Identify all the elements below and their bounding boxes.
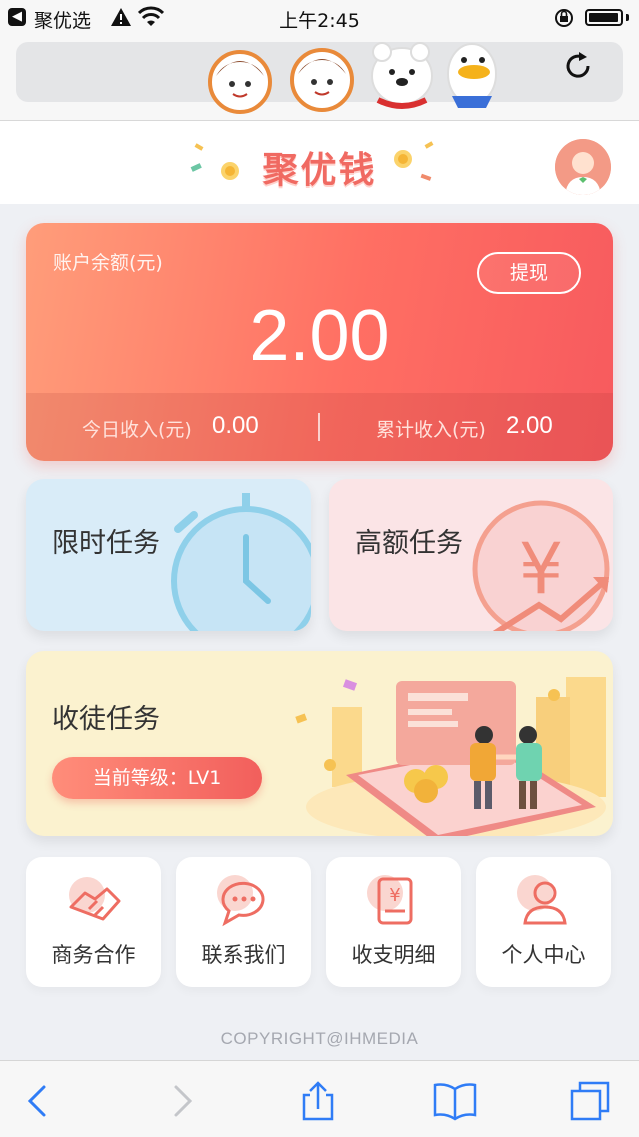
quick-link-profile[interactable]: 个人中心 [476, 857, 611, 987]
clock: 上午2:45 [279, 10, 360, 32]
quick-link-label: 商务合作 [51, 943, 136, 967]
quick-link-label: 个人中心 [501, 943, 586, 967]
total-income-label: 累计收入(元) [376, 419, 486, 441]
forward-icon[interactable] [160, 1079, 204, 1123]
yen-document-icon: ¥ [367, 875, 413, 925]
app-header: 聚优钱 [0, 121, 639, 204]
quick-link-contact[interactable]: 联系我们 [176, 857, 311, 987]
high-reward-task-title: 高额任务 [355, 528, 463, 559]
copyright: COPYRIGHT@IHMEDIA [220, 1029, 419, 1048]
today-income-value: 0.00 [212, 412, 259, 439]
high-reward-task-card[interactable]: 高额任务 ¥ [329, 479, 613, 631]
level-badge[interactable]: 当前等级：LV1 [52, 757, 262, 799]
handshake-icon [69, 877, 121, 921]
business-handshake-illustration-icon [295, 677, 606, 836]
quick-link-label: 收支明细 [351, 943, 436, 967]
quick-link-label: 联系我们 [201, 943, 286, 967]
income-divider [318, 413, 320, 441]
battery-nub [626, 14, 629, 21]
app-title: 聚优钱 [262, 150, 377, 191]
withdraw-button[interactable]: 提现 [477, 252, 581, 294]
limited-time-task-card[interactable]: 限时任务 [26, 479, 311, 631]
battery-icon [585, 9, 623, 26]
income-summary: 今日收入(元) 0.00 累计收入(元) 2.00 [26, 393, 613, 461]
svg-text:¥: ¥ [389, 885, 400, 906]
limited-time-task-title: 限时任务 [52, 528, 160, 559]
browser-toolbar [0, 1060, 639, 1137]
user-avatar[interactable] [555, 139, 611, 195]
total-income-value: 2.00 [506, 412, 553, 439]
chat-bubble-icon [217, 875, 265, 927]
share-icon[interactable] [296, 1079, 340, 1123]
yen-growth-icon: ¥ [472, 500, 610, 631]
apprentice-task-title: 收徒任务 [52, 704, 160, 735]
bookmarks-icon[interactable] [432, 1079, 477, 1123]
back-icon[interactable] [18, 1079, 62, 1123]
balance-label: 账户余额(元) [53, 252, 163, 274]
stopwatch-icon [171, 493, 311, 631]
orientation-lock-icon [553, 7, 575, 33]
balance-amount: 2.00 [249, 296, 390, 376]
apprentice-task-card[interactable]: 收徒任务 当前等级：LV1 [26, 651, 613, 836]
svg-text:¥: ¥ [519, 528, 564, 610]
reload-icon[interactable] [560, 48, 596, 84]
address-bar[interactable] [16, 42, 623, 114]
browser-address-area [0, 36, 639, 121]
balance-card: 账户余额(元) 提现 2.00 今日收入(元) 0.00 累计收入(元) 2.0… [26, 223, 613, 461]
quick-link-statement[interactable]: ¥ 收支明细 [326, 857, 461, 987]
user-icon [517, 875, 567, 925]
quick-link-business[interactable]: 商务合作 [26, 857, 161, 987]
tabs-icon[interactable] [568, 1079, 612, 1123]
sticker-overlay-icon [208, 42, 497, 114]
status-bar: ◀ 聚优选 上午2:45 [0, 0, 639, 36]
today-income-label: 今日收入(元) [82, 419, 192, 441]
